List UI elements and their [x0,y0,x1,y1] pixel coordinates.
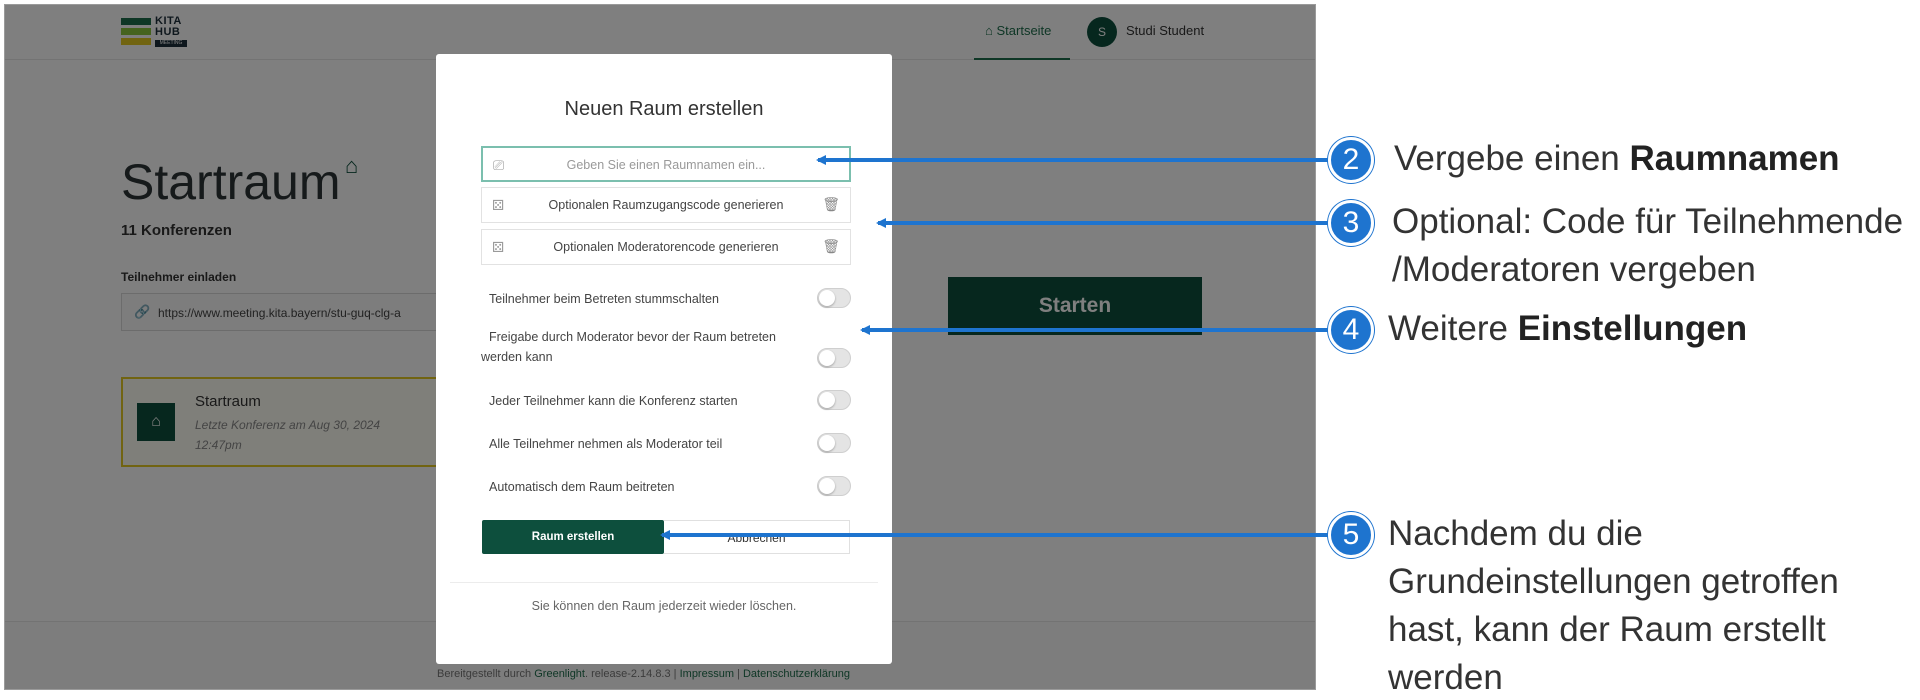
callout-text-5: Nachdem du die Grundeinstellungen getroff… [1388,514,1839,697]
dice-icon: ⚄ [492,197,505,213]
create-room-modal: Neuen Raum erstellen ⎚ Geben Sie einen R… [436,54,892,664]
toggle-row-all-moderators: Alle Teilnehmer nehmen als Moderator tei… [481,433,851,455]
toggle-row-mute: Teilnehmer beim Betreten stummschalten [481,288,851,310]
room-name-placeholder: Geben Sie einen Raumnamen ein... [566,158,766,172]
app-screenshot: KITAHUB MEETING ⌂ Startseite S Studi Stu… [4,4,1316,690]
toggle-row-approval: Freigabe durch Moderator bevor der Raum … [481,327,851,369]
access-code-button[interactable]: ⚄ Optionalen Raumzugangscode generieren … [481,187,851,223]
callout-text-4: Weitere Einstellungen [1388,309,1748,348]
dice-icon: ⚄ [492,239,505,255]
room-name-icon: ⎚ [493,157,505,173]
cancel-button[interactable]: Abbrechen [664,520,850,554]
create-room-button[interactable]: Raum erstellen [482,520,664,554]
callout-text-3: Optional: Code für Teilnehmende/Moderato… [1392,202,1904,289]
callout-badge-4: 4 [1328,307,1374,353]
toggle-label: Jeder Teilnehmer kann die Konferenz star… [489,394,738,408]
toggle-label: Automatisch dem Raum beitreten [489,480,675,494]
callout-badge-5: 5 [1328,512,1374,558]
modal-title: Neuen Raum erstellen [564,98,764,120]
toggle-label: Freigabe durch Moderator bevor der Raum … [481,330,776,364]
callout-badge-3: 3 [1328,200,1374,246]
toggle-label: Teilnehmer beim Betreten stummschalten [489,292,719,306]
toggle-row-auto-join: Automatisch dem Raum beitreten [481,476,851,498]
moderator-code-label: Optionalen Moderatorencode generieren [553,240,779,254]
room-name-input[interactable]: ⎚ Geben Sie einen Raumnamen ein... [481,146,851,182]
access-code-label: Optionalen Raumzugangscode generieren [548,198,784,212]
toggle-row-anyone-start: Jeder Teilnehmer kann die Konferenz star… [481,390,851,412]
callout-text-2: Vergebe einen Raumnamen [1394,139,1840,178]
trash-icon[interactable]: 🗑 [822,238,840,255]
mute-toggle[interactable] [817,288,851,308]
moderator-code-button[interactable]: ⚄ Optionalen Moderatorencode generieren … [481,229,851,265]
modal-footer-note: Sie können den Raum jederzeit wieder lös… [531,599,797,613]
tutorial-figure: KITAHUB MEETING ⌂ Startseite S Studi Stu… [0,0,1920,700]
approval-toggle[interactable] [817,348,851,368]
all-moderator-toggle[interactable] [817,433,851,453]
anyone-start-toggle[interactable] [817,390,851,410]
trash-icon[interactable]: 🗑 [822,196,840,213]
modal-divider [450,582,878,583]
auto-join-toggle[interactable] [817,476,851,496]
callout-badge-2: 2 [1328,137,1374,183]
toggle-label: Alle Teilnehmer nehmen als Moderator tei… [489,437,723,451]
